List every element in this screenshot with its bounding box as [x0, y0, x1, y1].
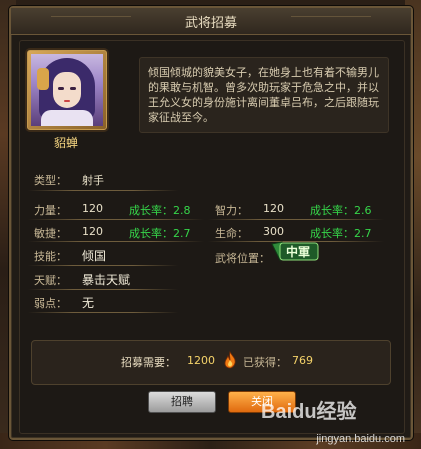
hero-description: 倾国倾城的貌美女子，在她身上也有着不输男儿的果敢与机智。曾多次助玩家于危急之中，… [148, 66, 379, 124]
agility-value: 120 [82, 225, 103, 238]
portrait-eye-right [70, 87, 76, 90]
talent-label: 天赋： [34, 274, 67, 287]
dialog-titlebar: 武将招募 [11, 8, 411, 35]
obtained-label: 已获得： [243, 356, 287, 369]
hero-description-box: 倾国倾城的貌美女子，在她身上也有着不输男儿的果敢与机智。曾多次助玩家于危急之中，… [139, 57, 389, 133]
strength-growth: 成长率：2.8 [129, 204, 191, 217]
strength-row-divider [28, 219, 204, 220]
agility-row-divider [28, 241, 204, 242]
agility-growth: 成长率：2.7 [129, 227, 191, 240]
portrait-hair-ornament [37, 68, 49, 90]
life-label: 生命： [215, 227, 248, 240]
portrait-lips [64, 100, 70, 102]
recruit-cost-panel: 招募需要： 1200 已获得： 769 [31, 340, 391, 385]
skill-label: 技能： [34, 250, 67, 263]
weakness-value: 无 [82, 296, 95, 310]
obtained-value: 769 [292, 354, 313, 367]
type-value: 射手 [82, 174, 104, 187]
talent-row-divider [28, 289, 178, 290]
army-position-badge: 中軍 [270, 240, 320, 262]
talent-value: 暴击天赋 [82, 273, 131, 287]
life-value: 300 [263, 225, 284, 238]
life-growth: 成长率：2.7 [310, 227, 372, 240]
type-label: 类型： [34, 174, 67, 187]
position-label: 武将位置： [215, 252, 270, 265]
skill-row-divider [28, 265, 178, 266]
hero-portrait [31, 54, 103, 126]
type-row-divider [28, 190, 178, 191]
portrait-eye-left [58, 87, 64, 90]
agility-label: 敏捷： [34, 227, 67, 240]
recruit-cost-label: 招募需要： [121, 356, 176, 369]
portrait-face [53, 72, 81, 108]
strength-value: 120 [82, 202, 103, 215]
hero-name: 貂蝉 [53, 136, 78, 150]
intellect-growth: 成长率：2.6 [310, 204, 372, 217]
title-ornament-right [291, 16, 371, 25]
baidu-watermark: Baidu经验 [261, 401, 357, 423]
weakness-row-divider [28, 312, 178, 313]
intellect-row-divider [208, 219, 384, 220]
strength-label: 力量： [34, 204, 67, 217]
intellect-label: 智力： [215, 204, 248, 217]
portrait-robe [41, 110, 93, 126]
intellect-value: 120 [263, 202, 284, 215]
hero-portrait-frame [27, 50, 107, 130]
fire-icon [224, 351, 236, 369]
weakness-label: 弱点： [34, 297, 67, 310]
watermark-url: jingyan.baidu.com [316, 433, 405, 445]
recruit-button[interactable]: 招聘 [148, 391, 216, 413]
recruit-cost-value: 1200 [187, 354, 215, 367]
skill-value: 倾国 [82, 249, 107, 263]
position-value: 中軍 [286, 245, 311, 259]
